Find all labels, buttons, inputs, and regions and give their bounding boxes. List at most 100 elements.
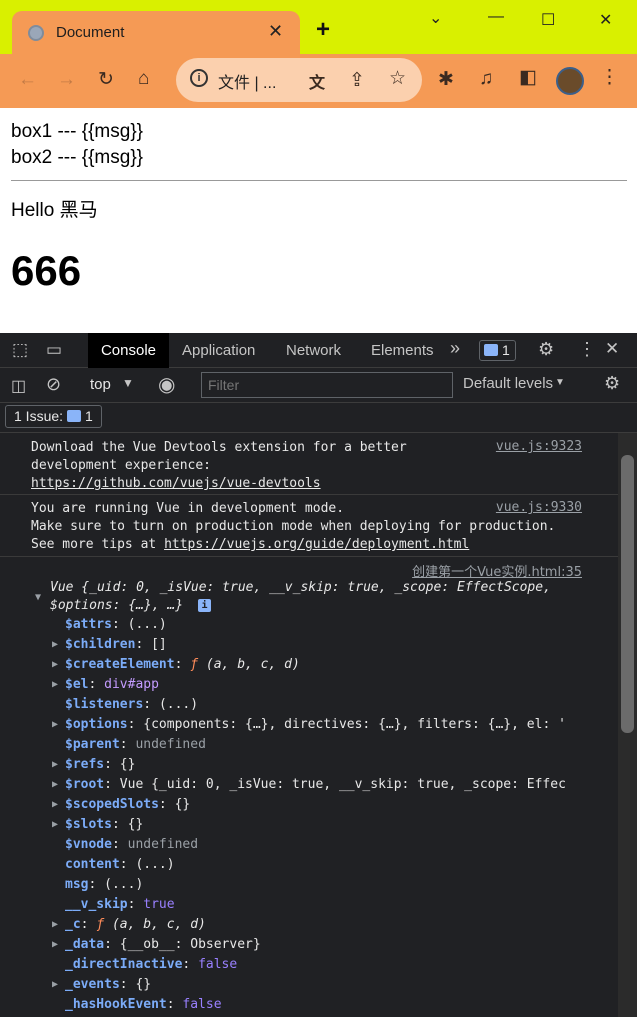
object-summary[interactable]: Vue {_uid: 0, _isVue: true, __v_skip: tr… (50, 578, 551, 598)
media-icon[interactable]: ♫ (479, 68, 493, 90)
expand-arrow-icon[interactable]: ▶ (52, 659, 58, 670)
star-icon[interactable]: ☆ (389, 67, 406, 90)
eye-icon[interactable]: ◉ (158, 372, 175, 397)
tab-elements[interactable]: Elements (371, 342, 434, 359)
window-close-icon[interactable]: ✕ (599, 10, 612, 30)
property-key: _hasHookEvent (65, 997, 167, 1012)
tab-network[interactable]: Network (286, 342, 341, 359)
kebab-menu-icon[interactable]: ⋮ (600, 66, 619, 89)
extensions-icon[interactable]: ✱ (438, 68, 454, 91)
kebab-menu-icon[interactable]: ⋮ (578, 339, 596, 360)
expand-arrow-icon[interactable]: ▶ (52, 679, 58, 690)
property-row[interactable]: $el: div#app (65, 675, 159, 695)
expand-arrow-icon[interactable]: ▶ (52, 799, 58, 810)
tab-console[interactable]: Console (88, 333, 169, 368)
property-row[interactable]: _c: ƒ (a, b, c, d) (65, 915, 206, 935)
deployment-link[interactable]: https://vuejs.org/guide/deployment.html (164, 537, 469, 552)
gear-icon[interactable]: ⚙ (538, 339, 554, 360)
expand-arrow-icon[interactable]: ▶ (52, 759, 58, 770)
devtools-tabs: ⬚ ▭ Console Application Network Elements… (0, 333, 637, 368)
property-row[interactable]: __v_skip: true (65, 895, 175, 915)
property-row[interactable]: content: (...) (65, 855, 175, 875)
property-value: undefined (127, 837, 199, 852)
sidepanel-icon[interactable]: ◧ (519, 66, 537, 89)
tab-search-icon[interactable]: ⌄ (429, 8, 442, 28)
property-row[interactable]: $createElement: ƒ (a, b, c, d) (65, 655, 300, 675)
property-row[interactable]: _events: {} (65, 975, 151, 995)
object-summary: $options: {…}, …} (50, 598, 184, 613)
issues-button[interactable]: 1 Issue: 1 (5, 405, 102, 428)
inspect-icon[interactable]: ⬚ (12, 340, 28, 360)
maximize-icon[interactable]: ☐ (541, 10, 555, 30)
property-row[interactable]: $listeners: (...) (65, 695, 198, 715)
property-row[interactable]: $scopedSlots: {} (65, 795, 190, 815)
expand-arrow-icon[interactable]: ▶ (52, 819, 58, 830)
property-value: {components: {…}, directives: {…}, filte… (143, 717, 566, 732)
reload-icon[interactable]: ↻ (98, 68, 114, 91)
forward-arrow-icon[interactable]: → (57, 69, 76, 91)
filter-input[interactable] (201, 372, 453, 398)
property-key: _c (65, 917, 81, 932)
address-text[interactable]: 文件 | ... (218, 69, 276, 93)
gear-icon[interactable]: ⚙ (604, 373, 620, 394)
new-tab-button[interactable]: + (316, 18, 330, 42)
share-icon[interactable]: ⇪ (349, 69, 365, 92)
property-value: {} (174, 797, 191, 812)
tab-close-icon[interactable]: ✕ (268, 21, 283, 42)
info-icon[interactable]: i (198, 599, 211, 612)
close-icon[interactable]: ✕ (605, 339, 619, 359)
source-link[interactable]: vue.js:9330 (496, 500, 582, 515)
expand-arrow-icon[interactable]: ▶ (52, 979, 58, 990)
clear-icon[interactable]: ⊘ (46, 374, 61, 395)
avatar[interactable] (556, 67, 584, 95)
expand-arrow-icon[interactable]: ▼ (35, 592, 41, 603)
property-row[interactable]: msg: (...) (65, 875, 143, 895)
property-row[interactable]: _hasHookEvent: false (65, 995, 222, 1015)
translate-icon[interactable]: 文 (309, 69, 325, 93)
site-info-icon[interactable]: i (190, 69, 208, 87)
back-arrow-icon[interactable]: ← (18, 69, 37, 91)
context-select[interactable]: top (90, 376, 111, 393)
property-key: content (65, 857, 120, 872)
message-icon (484, 344, 498, 357)
message-text: development experience: (31, 458, 212, 473)
device-icon[interactable]: ▭ (46, 340, 62, 360)
property-row[interactable]: $options: {components: {…}, directives: … (65, 715, 566, 735)
more-tabs-icon[interactable]: » (450, 338, 460, 359)
property-value: (...) (127, 617, 167, 632)
minimize-icon[interactable]: — (488, 8, 504, 26)
property-row[interactable]: $slots: {} (65, 815, 143, 835)
property-row[interactable]: $attrs: (...) (65, 615, 167, 635)
property-separator: : (174, 657, 191, 672)
expand-arrow-icon[interactable]: ▶ (52, 779, 58, 790)
property-row[interactable]: $children: [] (65, 635, 167, 655)
property-row[interactable]: _directInactive: false (65, 955, 237, 975)
tab-application[interactable]: Application (182, 342, 255, 359)
devtools-link[interactable]: https://github.com/vuejs/vue-devtools (31, 475, 321, 493)
expand-arrow-icon[interactable]: ▶ (52, 939, 58, 950)
chevron-down-icon: ▼ (555, 377, 565, 388)
property-row[interactable]: _data: {__ob__: Observer} (65, 935, 261, 955)
property-row[interactable]: $parent: undefined (65, 735, 206, 755)
property-separator: : (119, 737, 136, 752)
source-link[interactable]: vue.js:9323 (496, 439, 582, 454)
property-separator: : (119, 977, 136, 992)
property-row[interactable]: $root: Vue {_uid: 0, _isVue: true, __v_s… (65, 775, 566, 795)
sidebar-toggle-icon[interactable]: ◫ (11, 376, 26, 396)
scroll-thumb[interactable] (621, 455, 634, 733)
issue-label: 1 Issue: (14, 408, 64, 424)
browser-tab[interactable]: Document ✕ (12, 11, 300, 54)
expand-arrow-icon[interactable]: ▶ (52, 639, 58, 650)
levels-select[interactable]: Default levels (463, 375, 553, 392)
issues-badge[interactable]: 1 (479, 340, 516, 361)
property-key: $el (65, 677, 89, 692)
property-key: $children (65, 637, 136, 652)
home-icon[interactable]: ⌂ (138, 68, 149, 90)
property-row[interactable]: $refs: {} (65, 755, 135, 775)
address-bar[interactable]: i 文件 | ... (176, 58, 422, 102)
property-row[interactable]: $vnode: undefined (65, 835, 198, 855)
expand-arrow-icon[interactable]: ▶ (52, 719, 58, 730)
page-heading: 666 (11, 247, 82, 294)
expand-arrow-icon[interactable]: ▶ (52, 919, 58, 930)
property-value: Vue {_uid: 0, _isVue: true, __v_skip: tr… (119, 777, 566, 792)
